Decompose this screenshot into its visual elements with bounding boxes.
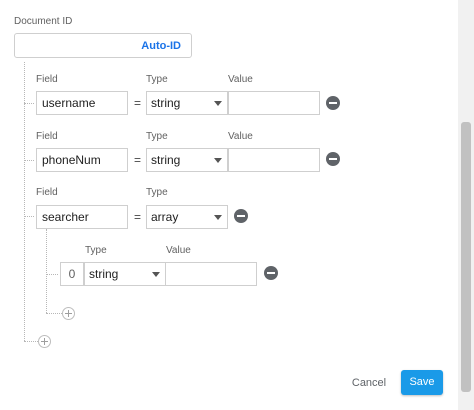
- document-id-input[interactable]: Auto-ID: [14, 33, 192, 58]
- type-label: Type: [146, 131, 168, 142]
- tree-branch: [46, 274, 58, 275]
- type-select-value: array: [151, 210, 179, 224]
- add-field-icon[interactable]: [38, 335, 51, 348]
- value-input[interactable]: [228, 91, 320, 115]
- type-label: Type: [146, 74, 168, 85]
- type-select-value: string: [89, 267, 119, 281]
- remove-field-icon[interactable]: [326, 152, 340, 166]
- value-label: Value: [228, 131, 253, 142]
- type-select[interactable]: string: [146, 91, 228, 115]
- value-label: Value: [166, 245, 191, 256]
- chevron-down-icon: [214, 101, 222, 106]
- equals-sign: =: [134, 96, 142, 110]
- chevron-down-icon: [214, 158, 222, 163]
- field-name-input[interactable]: username: [36, 91, 128, 115]
- chevron-down-icon: [214, 215, 222, 220]
- remove-field-icon[interactable]: [326, 96, 340, 110]
- tree-branch: [24, 103, 34, 104]
- type-select[interactable]: array: [146, 205, 228, 229]
- value-input[interactable]: [228, 148, 320, 172]
- type-select[interactable]: string: [146, 148, 228, 172]
- field-name-input[interactable]: searcher: [36, 205, 128, 229]
- tree-branch: [24, 216, 34, 217]
- array-item-value-input[interactable]: [165, 262, 257, 286]
- save-button[interactable]: Save: [401, 370, 443, 395]
- add-array-item-icon[interactable]: [62, 307, 75, 320]
- array-index: 0: [60, 262, 84, 286]
- array-tree-line: [46, 229, 47, 313]
- document-id-label: Document ID: [14, 16, 73, 27]
- tree-branch: [24, 341, 38, 342]
- type-label: Type: [85, 245, 107, 256]
- field-name-input[interactable]: phoneNum: [36, 148, 128, 172]
- remove-array-item-icon[interactable]: [264, 266, 278, 280]
- remove-field-icon[interactable]: [234, 209, 248, 223]
- scrollbar-thumb[interactable]: [461, 122, 471, 392]
- value-label: Value: [228, 74, 253, 85]
- tree-branch: [24, 160, 34, 161]
- tree-branch: [46, 313, 62, 314]
- chevron-down-icon: [152, 272, 160, 277]
- equals-sign: =: [134, 153, 142, 167]
- auto-id-button[interactable]: Auto-ID: [141, 40, 181, 52]
- type-label: Type: [146, 187, 168, 198]
- field-label: Field: [36, 131, 58, 142]
- cancel-button[interactable]: Cancel: [346, 372, 392, 394]
- type-select-value: string: [151, 96, 181, 110]
- field-label: Field: [36, 74, 58, 85]
- add-document-dialog: Document ID Auto-ID Field Type Value use…: [0, 0, 459, 410]
- array-item-type-select[interactable]: string: [84, 262, 166, 286]
- field-label: Field: [36, 187, 58, 198]
- type-select-value: string: [151, 153, 181, 167]
- equals-sign: =: [134, 210, 142, 224]
